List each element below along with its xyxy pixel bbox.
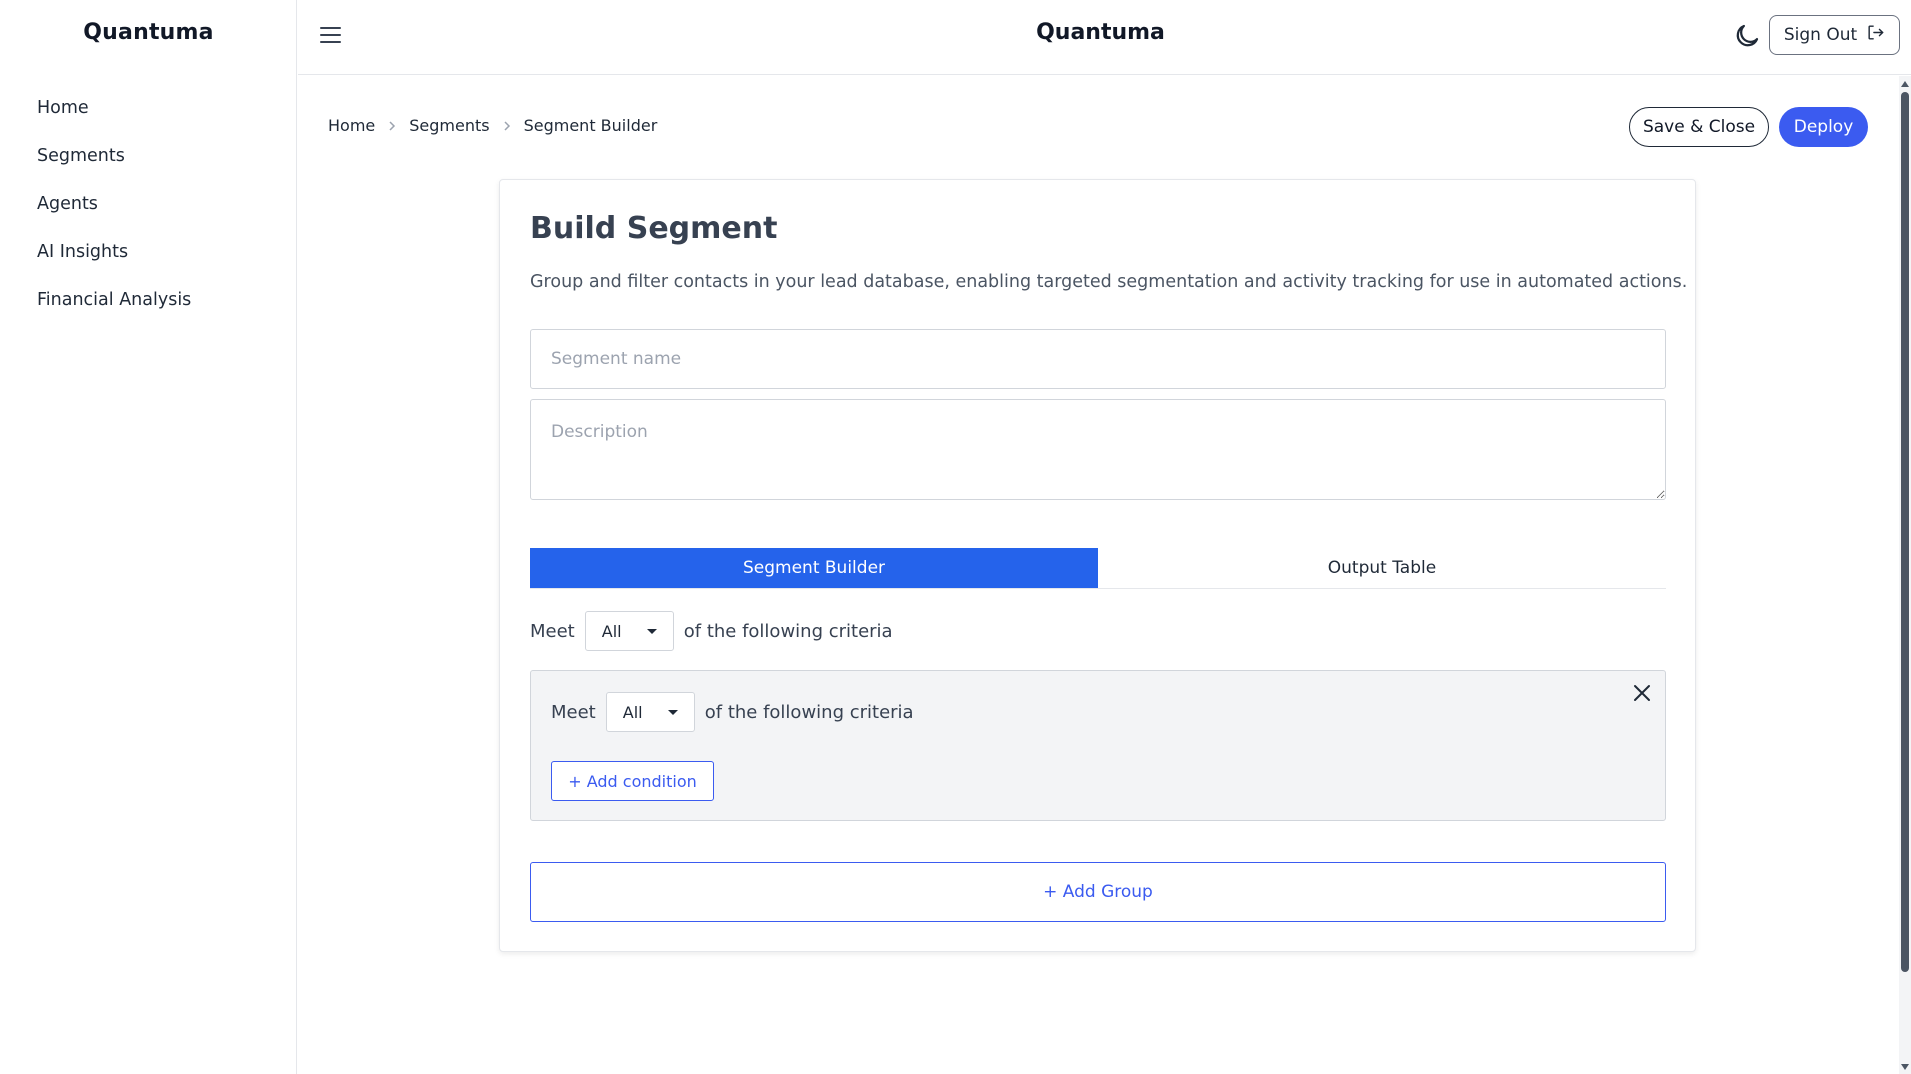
scroll-down-arrow-icon[interactable] [1901, 1064, 1909, 1070]
card-description: Group and filter contacts in your lead d… [530, 272, 1688, 292]
sidebar-item-home[interactable]: Home [37, 93, 191, 141]
close-icon[interactable] [1631, 682, 1653, 704]
moon-icon[interactable] [1732, 21, 1762, 51]
top-bar: Quantuma Sign Out [298, 0, 1911, 75]
sidebar-item-financial-analysis[interactable]: Financial Analysis [37, 285, 191, 333]
chevron-right-icon [387, 120, 397, 132]
sidebar: Quantuma Home Segments Agents AI Insight… [0, 0, 297, 1074]
criteria-prefix: Meet [530, 620, 575, 642]
brand-logo-text: Quantuma [83, 20, 214, 45]
caret-down-icon [667, 709, 678, 715]
criteria-suffix: of the following criteria [683, 620, 893, 642]
deploy-button[interactable]: Deploy [1779, 107, 1868, 147]
criteria-match-select[interactable]: All [584, 611, 674, 651]
group-criteria-suffix: of the following criteria [704, 701, 914, 723]
breadcrumb: Home Segments Segment Builder [328, 116, 657, 135]
scrollbar[interactable] [1899, 76, 1911, 1074]
caret-down-icon [646, 628, 657, 634]
sidebar-nav: Home Segments Agents AI Insights Financi… [37, 93, 191, 333]
group-criteria-row: Meet All of the following criteria [551, 692, 914, 732]
sidebar-item-segments[interactable]: Segments [37, 141, 191, 189]
top-criteria-row: Meet All of the following criteria [530, 611, 893, 651]
sign-out-icon [1866, 23, 1885, 47]
scroll-up-arrow-icon[interactable] [1901, 81, 1909, 87]
scrollbar-thumb[interactable] [1901, 92, 1909, 972]
save-close-button[interactable]: Save & Close [1629, 107, 1769, 147]
group-match-select[interactable]: All [605, 692, 695, 732]
app-root: Quantuma Home Segments Agents AI Insight… [0, 0, 1911, 1074]
header-title: Quantuma [1036, 20, 1165, 45]
tab-segment-builder[interactable]: Segment Builder [530, 548, 1098, 588]
add-group-button[interactable]: + Add Group [530, 862, 1666, 922]
chevron-right-icon [502, 120, 512, 132]
criteria-group: Meet All of the following criteria + Add… [530, 670, 1666, 821]
criteria-match-value: All [601, 621, 622, 641]
card-title: Build Segment [530, 211, 778, 246]
breadcrumb-segment-builder: Segment Builder [523, 116, 658, 135]
builder-tabs: Segment Builder Output Table [530, 548, 1666, 589]
add-condition-button[interactable]: + Add condition [551, 761, 714, 801]
sidebar-item-ai-insights[interactable]: AI Insights [37, 237, 191, 285]
breadcrumb-home[interactable]: Home [328, 116, 375, 135]
group-criteria-prefix: Meet [551, 701, 596, 723]
sidebar-item-agents[interactable]: Agents [37, 189, 191, 237]
tab-output-table[interactable]: Output Table [1098, 548, 1666, 588]
description-textarea[interactable] [530, 399, 1666, 500]
breadcrumb-segments[interactable]: Segments [409, 116, 489, 135]
sign-out-label: Sign Out [1783, 25, 1858, 45]
group-match-value: All [622, 702, 643, 722]
segment-name-input[interactable] [530, 329, 1666, 389]
build-segment-card: Build Segment Group and filter contacts … [499, 179, 1696, 952]
sign-out-button[interactable]: Sign Out [1769, 15, 1900, 55]
